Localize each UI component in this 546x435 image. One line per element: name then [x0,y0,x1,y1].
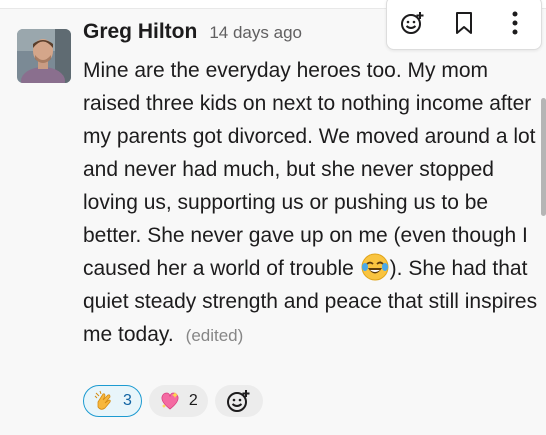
message-text-part1: Mine are the everyday heroes too. My mom… [83,59,536,280]
message-actions-toolbar [386,0,542,50]
message-body: Mine are the everyday heroes too. My mom… [83,54,538,352]
add-reaction-button[interactable] [214,385,263,417]
author-name[interactable]: Greg Hilton [83,20,197,44]
clapping-hands-emoji [94,390,111,410]
reaction-count: 3 [123,392,132,409]
more-actions-icon [512,11,518,35]
joy-emoji [360,252,390,282]
save-for-later-button[interactable] [446,5,482,41]
add-reaction-icon [226,390,250,412]
reaction-clapping-hands[interactable]: 3 [83,385,142,417]
reaction-bar: 3 2 [83,385,263,417]
add-reaction-toolbar-button[interactable] [395,5,431,41]
bookmark-icon [455,12,472,34]
message-content: Greg Hilton 14 days ago Mine are the eve… [83,20,538,352]
reaction-sparkling-heart[interactable]: 2 [148,385,208,417]
avatar[interactable] [17,29,71,83]
message-item[interactable]: Greg Hilton 14 days ago Mine are the eve… [0,0,546,435]
add-reaction-icon [400,12,424,34]
sparkling-heart-emoji [161,392,179,410]
more-actions-button[interactable] [497,5,533,41]
edited-label: (edited) [185,326,244,345]
reaction-count: 2 [188,392,198,409]
timestamp[interactable]: 14 days ago [209,23,302,43]
scrollbar[interactable] [541,98,546,216]
